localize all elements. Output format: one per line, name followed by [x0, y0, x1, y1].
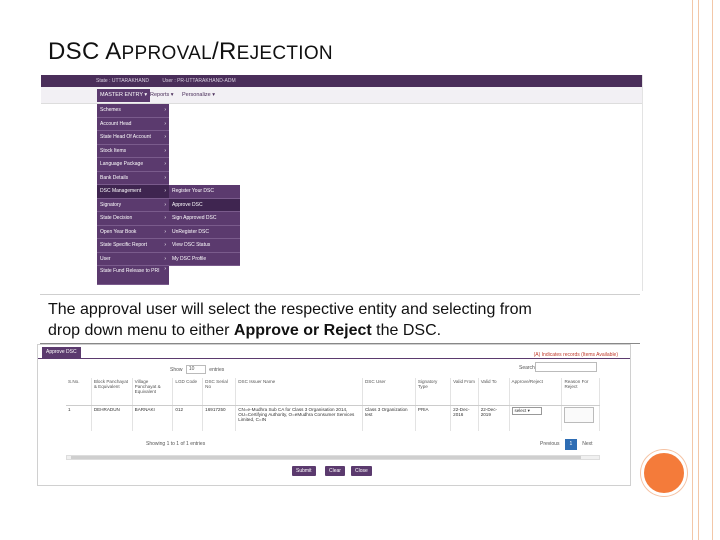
cell-approve-reject: select ▾	[509, 405, 563, 431]
submit-button[interactable]: Submit	[292, 466, 316, 476]
cell-village: BARNAKI	[132, 405, 174, 431]
chevron-right-icon: ›	[164, 147, 166, 154]
chevron-right-icon: ›	[164, 134, 166, 140]
menu-screenshot: State : UTTARAKHAND User : PR-UTTARAKHAN…	[41, 75, 643, 291]
menu-item-dsc-management[interactable]: DSC Management ›	[97, 185, 169, 199]
column-header[interactable]: DSC Serial No	[202, 378, 237, 406]
pagination: Previous 1 Next	[540, 439, 593, 450]
stripe-line	[692, 0, 693, 540]
cell-valid-from: 22-Dec-2016	[450, 405, 479, 431]
chevron-down-icon: ▾	[170, 92, 174, 98]
submenu-item-register-dsc[interactable]: Register Your DSC	[169, 185, 240, 199]
menu-item-state-decision[interactable]: State Decision ›	[97, 212, 169, 226]
slide-title: DSC APPROVAL/REJECTION	[48, 38, 333, 65]
chevron-right-icon: ›	[164, 266, 166, 272]
column-header[interactable]: Village Panchayat & Equivalent	[132, 378, 174, 406]
chevron-right-icon: ›	[164, 228, 166, 235]
legend-links: (A) Indicates records (Items Available)	[533, 352, 618, 358]
cell-valid-to: 22-Dec-2019	[478, 405, 510, 431]
cell-dsc-user: Class 3 Organization test	[362, 405, 416, 431]
cell-reason	[561, 405, 600, 431]
menu-reports[interactable]: Reports ▾	[147, 89, 177, 102]
tab-underline	[38, 358, 630, 359]
approve-reject-select[interactable]: select ▾	[511, 406, 542, 415]
menu-item-language-package[interactable]: Language Package ›	[97, 158, 169, 172]
chevron-down-icon: ▾	[527, 407, 530, 413]
reason-textarea[interactable]	[564, 406, 595, 423]
column-header[interactable]: Signatory Type	[415, 378, 452, 406]
tab-approve-dsc[interactable]: Approve DSC	[42, 347, 81, 358]
cell-lgd-code: 012	[172, 405, 204, 431]
menu-master-entry[interactable]: MASTER ENTRY ▾	[97, 89, 151, 102]
submenu-item-sign-approved-dsc[interactable]: Sign Approved DSC	[169, 212, 240, 226]
cell-sno: 1	[66, 405, 92, 431]
slide-caption: The approval user will select the respec…	[40, 294, 640, 344]
pagination-next[interactable]: Next	[582, 441, 592, 447]
dsc-table: S.No. Block Panchayat & Equivalent Villa…	[66, 378, 600, 431]
pagination-previous[interactable]: Previous	[540, 441, 559, 447]
table-header-row: S.No. Block Panchayat & Equivalent Villa…	[66, 378, 600, 406]
submenu-item-approve-dsc[interactable]: Approve DSC	[169, 198, 240, 212]
menu-item-account-head[interactable]: Account Head ›	[97, 117, 169, 131]
chevron-right-icon: ›	[164, 107, 166, 113]
chevron-down-icon: ▾	[212, 92, 216, 98]
column-header[interactable]: LGD Code	[172, 378, 204, 406]
dsc-management-submenu: Register Your DSC Approve DSC Sign Appro…	[169, 185, 240, 266]
table-info: Showing 1 to 1 of 1 entries	[146, 441, 206, 447]
cell-serial: 16917250	[202, 405, 237, 431]
column-header[interactable]: Approve/Reject	[509, 378, 563, 406]
menu-bar: MASTER ENTRY ▾ Reports ▾ Personalize ▾	[41, 87, 642, 104]
menu-item-bank-details[interactable]: Bank Details ›	[97, 171, 169, 185]
column-header[interactable]: Reason For Reject	[561, 378, 600, 406]
page-length-select[interactable]: 10	[185, 365, 206, 374]
menu-item-state-specific-report[interactable]: State Specific Report ›	[97, 239, 169, 253]
column-header[interactable]: DSC User	[362, 378, 416, 406]
menu-item-open-year-book[interactable]: Open Year Book ›	[97, 225, 169, 239]
column-header[interactable]: S.No.	[66, 378, 92, 406]
chevron-right-icon: ›	[164, 242, 166, 248]
table-row: 1 DEHRADUN BARNAKI 012 16917250 CN=e-Mud…	[66, 405, 600, 431]
menu-item-signatory[interactable]: Signatory ›	[97, 198, 169, 212]
approve-dsc-screenshot: Approve DSC (A) Indicates records (Items…	[37, 344, 631, 486]
cell-signatory-type: PRIA	[415, 405, 452, 431]
submenu-item-view-dsc-status[interactable]: View DSC Status	[169, 239, 240, 253]
menu-item-state-head-of-account[interactable]: State Head Of Account ›	[97, 131, 169, 145]
stripe-line	[698, 0, 699, 540]
clear-button[interactable]: Clear	[325, 466, 345, 476]
stripe-line	[712, 0, 713, 540]
pagination-page[interactable]: 1	[564, 439, 577, 450]
column-header[interactable]: Block Panchayat & Equivalent	[91, 378, 133, 406]
page-length-control: Show 10 entries	[170, 365, 225, 374]
chevron-right-icon: ›	[164, 215, 166, 221]
column-header[interactable]: Valid To	[478, 378, 510, 406]
menu-item-state-fund-release[interactable]: State Fund Release to PRI ›	[97, 266, 169, 285]
menu-item-user[interactable]: User ›	[97, 252, 169, 266]
submenu-item-unregister-dsc[interactable]: UnRegister DSC	[169, 225, 240, 239]
user-label: User : PR-UTTARAKHAND-ADM	[162, 78, 236, 84]
chevron-right-icon: ›	[164, 120, 166, 127]
submenu-item-my-dsc-profile[interactable]: My DSC Profile	[169, 252, 240, 266]
state-label: State : UTTARAKHAND	[96, 78, 149, 84]
search-label: Search:	[519, 365, 537, 371]
scrollbar-thumb[interactable]	[71, 456, 581, 459]
chevron-right-icon: ›	[164, 174, 166, 181]
chevron-right-icon: ›	[164, 201, 166, 208]
search-input[interactable]	[535, 362, 597, 372]
slide-decoration-stripes	[688, 0, 720, 540]
master-entry-dropdown: Schemes › Account Head › State Head Of Acc…	[97, 104, 169, 285]
decoration-circle	[641, 450, 687, 496]
chevron-right-icon: ›	[164, 161, 166, 167]
column-header[interactable]: Valid From	[450, 378, 479, 406]
menu-item-stock-items[interactable]: Stock Items ›	[97, 144, 169, 158]
state-bar: State : UTTARAKHAND User : PR-UTTARAKHAN…	[41, 75, 642, 87]
horizontal-scrollbar[interactable]	[66, 455, 600, 460]
chevron-right-icon: ›	[164, 188, 166, 194]
cell-block: DEHRADUN	[91, 405, 133, 431]
column-header[interactable]: DSC Issuer Name	[235, 378, 363, 406]
chevron-right-icon: ›	[164, 255, 166, 262]
menu-personalize[interactable]: Personalize ▾	[179, 89, 218, 102]
cell-issuer: CN=e-Mudhra Sub CA for Class 3 Organisat…	[235, 405, 363, 431]
close-button[interactable]: Close	[351, 466, 372, 476]
menu-item-schemes[interactable]: Schemes ›	[97, 104, 169, 118]
